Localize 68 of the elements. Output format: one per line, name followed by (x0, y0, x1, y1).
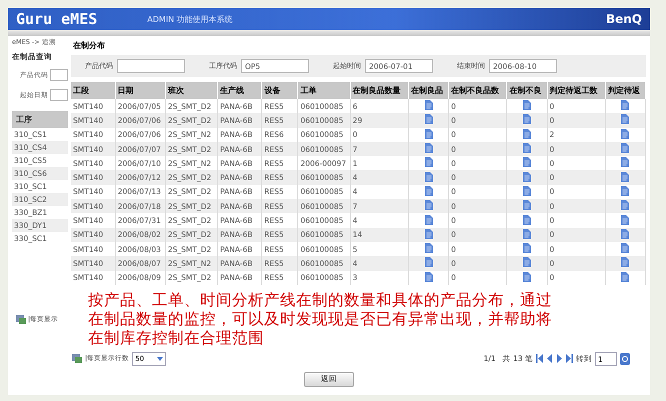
brand-logo: BenQ (606, 12, 642, 26)
document-icon[interactable] (522, 100, 531, 110)
document-icon[interactable] (424, 200, 432, 210)
document-icon[interactable] (424, 172, 432, 182)
document-icon[interactable] (621, 272, 630, 282)
first-page-icon[interactable] (536, 354, 543, 364)
document-icon[interactable] (424, 143, 432, 154)
document-icon[interactable] (424, 272, 432, 282)
caret-icon (157, 356, 164, 361)
document-icon[interactable] (522, 143, 531, 154)
input-field[interactable] (117, 59, 185, 73)
go-icon[interactable] (620, 352, 630, 365)
document-icon[interactable] (424, 257, 432, 268)
document-icon[interactable] (522, 272, 531, 282)
column-header: 判定待返工数 (547, 82, 606, 99)
document-icon[interactable] (424, 228, 432, 239)
section-title: 在制分布 (72, 40, 106, 52)
document-icon[interactable] (424, 128, 432, 139)
column-header: 班次 (165, 82, 218, 99)
document-icon[interactable] (621, 128, 630, 139)
document-icon[interactable] (522, 157, 531, 168)
document-icon[interactable] (522, 243, 531, 254)
document-icon[interactable] (522, 128, 531, 139)
list-icon (16, 314, 26, 324)
document-icon[interactable] (621, 186, 630, 196)
document-icon[interactable] (424, 114, 432, 124)
column-header: 在制良品数量 (350, 82, 408, 99)
document-icon[interactable] (621, 214, 630, 225)
document-icon[interactable] (522, 186, 531, 196)
document-icon[interactable] (621, 243, 630, 254)
column-header: 工单 (298, 82, 350, 99)
column-header: 工段 (71, 82, 116, 99)
document-icon[interactable] (621, 172, 630, 182)
document-icon[interactable] (621, 157, 630, 168)
column-header: 在制不良品数 (448, 82, 507, 99)
document-icon[interactable] (522, 257, 531, 268)
document-icon[interactable] (522, 114, 531, 124)
document-icon[interactable] (424, 214, 432, 225)
list-heading: 工序 (12, 111, 68, 128)
document-icon[interactable] (621, 100, 630, 110)
document-icon[interactable] (424, 100, 432, 110)
user-name: ADMIN 功能使用本系统 (147, 14, 233, 24)
document-icon[interactable] (522, 214, 531, 225)
annotation-text: 按产品、工单、时间分析产线在制的数量和具体的产品分布，通过在制品数量的监控，可以及时发现现是否已有异常出现，并帮助将在制库存控制在合理范围 (88, 290, 553, 348)
document-icon[interactable] (522, 228, 531, 239)
document-icon[interactable] (621, 143, 630, 154)
column-header: 日期 (115, 82, 166, 99)
document-icon[interactable] (621, 257, 630, 268)
document-icon[interactable] (424, 243, 432, 254)
document-icon[interactable] (522, 172, 531, 182)
document-icon[interactable] (522, 200, 531, 210)
document-icon[interactable] (424, 157, 432, 168)
document-icon[interactable] (424, 186, 432, 196)
column-header: 判定待返 (605, 82, 646, 99)
list-icon (72, 354, 82, 364)
next-page-icon[interactable] (556, 354, 563, 364)
last-page-icon[interactable] (566, 354, 573, 364)
previous-page-icon[interactable] (546, 354, 553, 364)
input-field[interactable] (50, 89, 68, 101)
column-header: 在制不良 (506, 82, 548, 99)
document-icon[interactable] (621, 200, 630, 210)
column-header: 在制良品 (408, 82, 449, 99)
document-icon[interactable] (621, 114, 630, 124)
column-header: 生产线 (218, 82, 262, 99)
column-header: 设备 (262, 82, 298, 99)
app-logo: Guru eMES (16, 10, 98, 28)
document-icon[interactable] (621, 228, 630, 239)
input-field[interactable] (50, 69, 68, 81)
